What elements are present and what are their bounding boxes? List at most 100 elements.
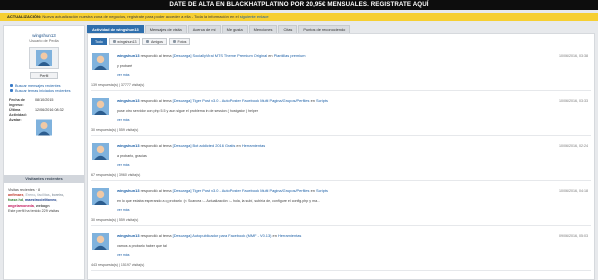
post-action: respondió al tema <box>140 233 172 238</box>
update-notice: ACTUALIZACIÓN: Nueva actualización nuest… <box>0 13 598 21</box>
registration-banner[interactable]: DATE DE ALTA EN BLACKHATPLATINO POR 20,9… <box>0 0 598 10</box>
tab-reputation[interactable]: Puntos de reconociendo <box>298 25 351 33</box>
post-more-link[interactable]: ver más <box>117 208 129 212</box>
post-more-link[interactable]: ver más <box>117 253 129 257</box>
post-forum-link[interactable]: Plantillas premium <box>274 53 306 58</box>
post-date: 10/06/2016, 03:38 <box>559 54 588 58</box>
search-recent-threads-link[interactable]: Buscar temas iniciados recientes <box>10 88 84 93</box>
user-avatar[interactable] <box>92 98 109 115</box>
visitor-link[interactable]: webagn <box>36 204 50 208</box>
avatar-label: Avatar: <box>9 118 22 122</box>
post-in: en <box>236 143 241 148</box>
post-excerpt: en lo que estaba esperando a q probarlo … <box>117 199 321 203</box>
search-recent-posts-label: Buscar mensajes recientes <box>15 83 61 88</box>
user-avatar[interactable] <box>92 233 109 250</box>
post-excerpt: vamos a probarlo haber que tal <box>117 244 167 248</box>
activity-filter: Todo wingshun13 Amigos Fotos <box>91 38 594 45</box>
post-user[interactable]: wingshun13 <box>117 188 139 193</box>
post-thread-link[interactable]: [Descarga] Autopublicador para Facebook … <box>173 233 272 238</box>
profile-tabs: Actividad de wingshun13 Mensajes de visi… <box>87 25 595 33</box>
post-in: en <box>272 233 277 238</box>
post-date: 10/06/2016, 03:33 <box>559 99 588 103</box>
user-avatar[interactable] <box>92 143 109 160</box>
profile-avatar <box>29 47 59 69</box>
post-date: 09/06/2016, 05:03 <box>559 234 588 238</box>
profile-button[interactable]: Perfil <box>30 72 58 79</box>
user-avatar[interactable] <box>92 188 109 205</box>
activity-panel: Todo wingshun13 Amigos Fotos wingshun13 … <box>87 33 595 280</box>
notice-text: Nueva actualización nuestra zona de nego… <box>42 14 239 19</box>
post-excerpt: a probarlo, gracias <box>117 154 147 158</box>
visitor-link[interactable]: maestrocielitoveo <box>25 198 56 202</box>
post-in: en <box>268 53 273 58</box>
post-thread-link[interactable]: [Descarga] Bot addicted 2016 Gratis <box>173 143 236 148</box>
post-excerpt: y probaré <box>117 64 133 68</box>
filter-self-label: wingshun13 <box>117 39 137 44</box>
filter-friends-label: Amigos <box>150 39 163 44</box>
profile-username[interactable]: wingshun13 <box>4 33 84 38</box>
tab-about-me[interactable]: Acerca de mí <box>187 25 221 33</box>
post-user[interactable]: wingshun13 <box>117 233 139 238</box>
post-forum-link[interactable]: Herramientas <box>242 143 265 148</box>
post-user[interactable]: wingshun13 <box>117 98 139 103</box>
visitor-link[interactable]: boreiro <box>52 193 63 197</box>
last-activity-value: 12/06/2016 08:32 <box>35 108 64 112</box>
post-more-link[interactable]: ver más <box>117 163 129 167</box>
notice-label: ACTUALIZACIÓN: <box>7 14 42 19</box>
activity-item: wingshun13 respondió al tema [Descarga] … <box>91 230 591 271</box>
post-stats: 30 respuesta(s) | 559 visita(s) <box>91 128 139 132</box>
post-date: 10/06/2016, 04:18 <box>559 189 588 193</box>
profile-role: Usuario de Pedia <box>29 39 59 43</box>
post-stats: 443 respuesta(s) | 15197 visita(s) <box>91 263 145 267</box>
activity-item: wingshun13 respondió al tema [Descarga] … <box>91 140 591 181</box>
post-in: en <box>310 188 315 193</box>
recent-visitors-header: Visitantes recientes <box>4 175 84 183</box>
visitor-link[interactable]: Ereno <box>25 193 35 197</box>
filter-friends[interactable]: Amigos <box>142 38 167 45</box>
post-forum-link[interactable]: Scripts <box>316 98 328 103</box>
post-action: respondió al tema <box>140 143 172 148</box>
activity-item: wingshun13 respondió al tema [Descarga] … <box>91 50 591 91</box>
tab-mentions[interactable]: Menciones <box>248 25 278 33</box>
post-stats: 139 respuesta(s) | 37777 visita(s) <box>91 83 145 87</box>
visitor-link[interactable]: angelamoneda <box>8 204 34 208</box>
visitor-link[interactable]: facilitas <box>37 193 49 197</box>
post-thread-link[interactable]: [Descarga] Tiger Post v3.0 - AutoPoster … <box>173 188 310 193</box>
post-forum-link[interactable]: Herramientas <box>278 233 301 238</box>
filter-self[interactable]: wingshun13 <box>108 38 141 45</box>
filter-photos-label: Fotos <box>177 39 187 44</box>
visitor-total: Este perfil ha tenido 229 visitas <box>8 208 60 213</box>
post-stats: 67 respuesta(s) | 3960 visita(s) <box>91 173 141 177</box>
post-user[interactable]: wingshun13 <box>117 143 139 148</box>
activity-item: wingshun13 respondió al tema [Descarga] … <box>91 95 591 136</box>
profile-sidebar: wingshun13 Usuario de Pedia Perfil Busca… <box>3 25 85 280</box>
post-thread-link[interactable]: [Descarga] SociallyViral MTS Theme Premi… <box>173 53 268 58</box>
post-action: respondió al tema <box>140 53 172 58</box>
post-user[interactable]: wingshun13 <box>117 53 139 58</box>
post-more-link[interactable]: ver más <box>117 73 129 77</box>
post-thread-link[interactable]: [Descarga] Tiger Post v3.0 - AutoPoster … <box>173 98 310 103</box>
tab-quotes[interactable]: Citas <box>278 25 298 33</box>
filter-all[interactable]: Todo <box>91 38 107 45</box>
tab-activity[interactable]: Actividad de wingshun13 <box>87 25 144 33</box>
post-forum-link[interactable]: Scripts <box>316 188 328 193</box>
friends-icon <box>146 40 150 43</box>
tab-likes[interactable]: Me gusta <box>221 25 248 33</box>
main-content: Actividad de wingshun13 Mensajes de visi… <box>87 25 595 280</box>
last-activity-label: Última Actividad: <box>9 108 27 117</box>
activity-item: wingshun13 respondió al tema [Descarga] … <box>91 185 591 226</box>
post-more-link[interactable]: ver más <box>117 118 129 122</box>
visitor-link[interactable]: fcase.hd <box>8 198 23 202</box>
recent-visitors-list: Visitas recientes · 8 anfimarx, Ereno, f… <box>8 188 84 214</box>
search-recent-threads-label: Buscar temas iniciados recientes <box>15 88 71 93</box>
post-stats: 30 respuesta(s) | 559 visita(s) <box>91 218 139 222</box>
banner-text[interactable]: DATE DE ALTA EN BLACKHATPLATINO POR 20,9… <box>169 1 428 8</box>
visitor-link[interactable]: anfimarx <box>8 193 23 197</box>
user-avatar[interactable] <box>92 53 109 70</box>
tab-visitor-messages[interactable]: Mensajes de visita <box>144 25 187 33</box>
notice-link[interactable]: siguiente enlace <box>240 14 269 19</box>
filter-photos[interactable]: Fotos <box>168 38 191 45</box>
photo-icon <box>172 40 176 43</box>
profile-stats: Fecha de ingreso: 08/10/2015 Última Activ… <box>8 98 65 136</box>
post-excerpt: puse otro servidor con php 5.5 y aun sig… <box>117 109 259 113</box>
